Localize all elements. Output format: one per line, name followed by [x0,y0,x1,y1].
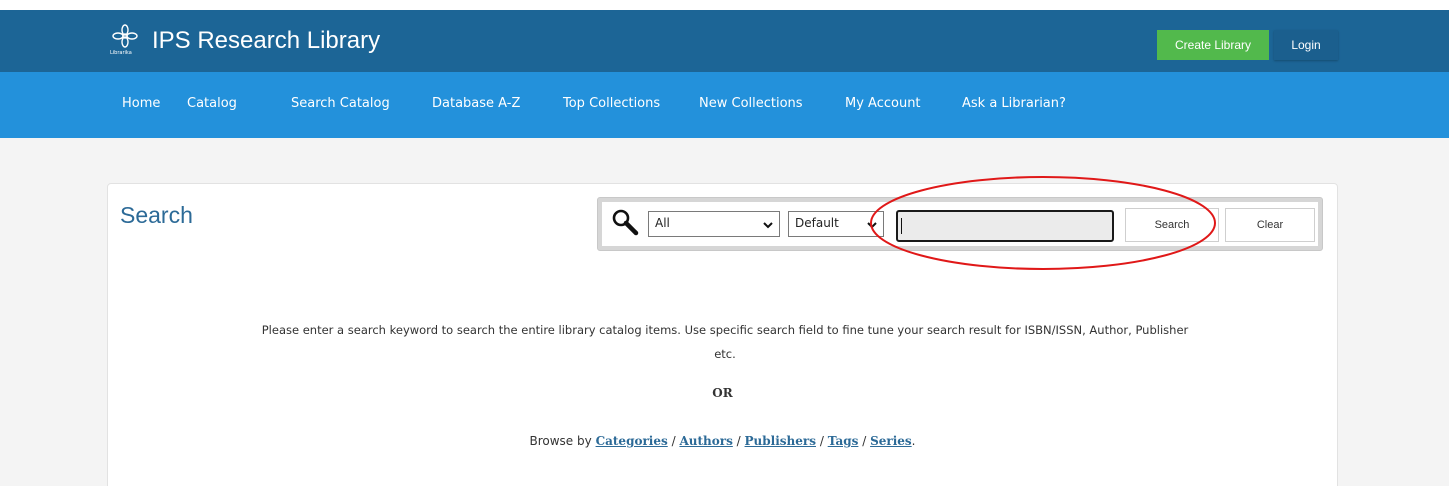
chevron-down-icon [867,218,877,232]
sort-select-value: Default [795,216,839,230]
browse-links: Browse by Categories / Authors / Publish… [107,434,1338,448]
search-button[interactable]: Search [1125,208,1219,242]
browse-separator: / [819,434,824,448]
nav-item-new-collections[interactable]: New Collections [699,96,803,111]
search-field-select[interactable]: All [648,211,780,237]
search-icon [611,208,639,240]
clear-button[interactable]: Clear [1225,208,1315,242]
search-field-select-value: All [655,216,670,230]
browse-suffix: . [911,434,916,448]
logo-caption: Librarika [110,50,132,56]
main-nav: Home Catalog Search Catalog Database A-Z… [0,72,1449,138]
search-instructions: Please enter a search keyword to search … [261,323,1189,361]
librarika-logo-icon: Librarika [110,24,140,58]
search-bar: All Default Search Clear [597,197,1323,251]
browse-link-publishers[interactable]: Publishers [745,434,816,448]
browse-link-tags[interactable]: Tags [828,434,859,448]
sort-select[interactable]: Default [788,211,884,237]
search-bar-inner: All Default Search Clear [602,202,1318,246]
page-title: Search [120,202,193,228]
nav-item-database-a-z[interactable]: Database A-Z [432,96,520,111]
or-separator: OR [712,386,733,400]
browse-prefix: Browse by [529,434,592,448]
nav-item-home[interactable]: Home [122,96,160,111]
browse-separator: / [736,434,741,448]
site-title[interactable]: IPS Research Library [152,24,380,58]
nav-item-top-collections[interactable]: Top Collections [563,96,660,111]
nav-item-my-account[interactable]: My Account [845,96,921,111]
top-header-bar: Librarika IPS Research Library Create Li… [0,10,1449,72]
search-input[interactable] [896,210,1114,242]
chevron-down-icon [763,218,773,232]
browse-separator: / [671,434,676,448]
create-library-button[interactable]: Create Library [1157,30,1269,60]
brand[interactable]: Librarika IPS Research Library [110,24,380,58]
browse-link-categories[interactable]: Categories [596,434,668,448]
text-caret [901,218,902,234]
browse-separator: / [862,434,867,448]
browse-link-authors[interactable]: Authors [679,434,732,448]
browse-link-series[interactable]: Series [870,434,912,448]
nav-item-ask-a-librarian[interactable]: Ask a Librarian? [962,96,1066,111]
login-button[interactable]: Login [1274,30,1338,60]
nav-item-catalog[interactable]: Catalog [187,96,237,111]
nav-item-search-catalog[interactable]: Search Catalog [291,96,390,111]
